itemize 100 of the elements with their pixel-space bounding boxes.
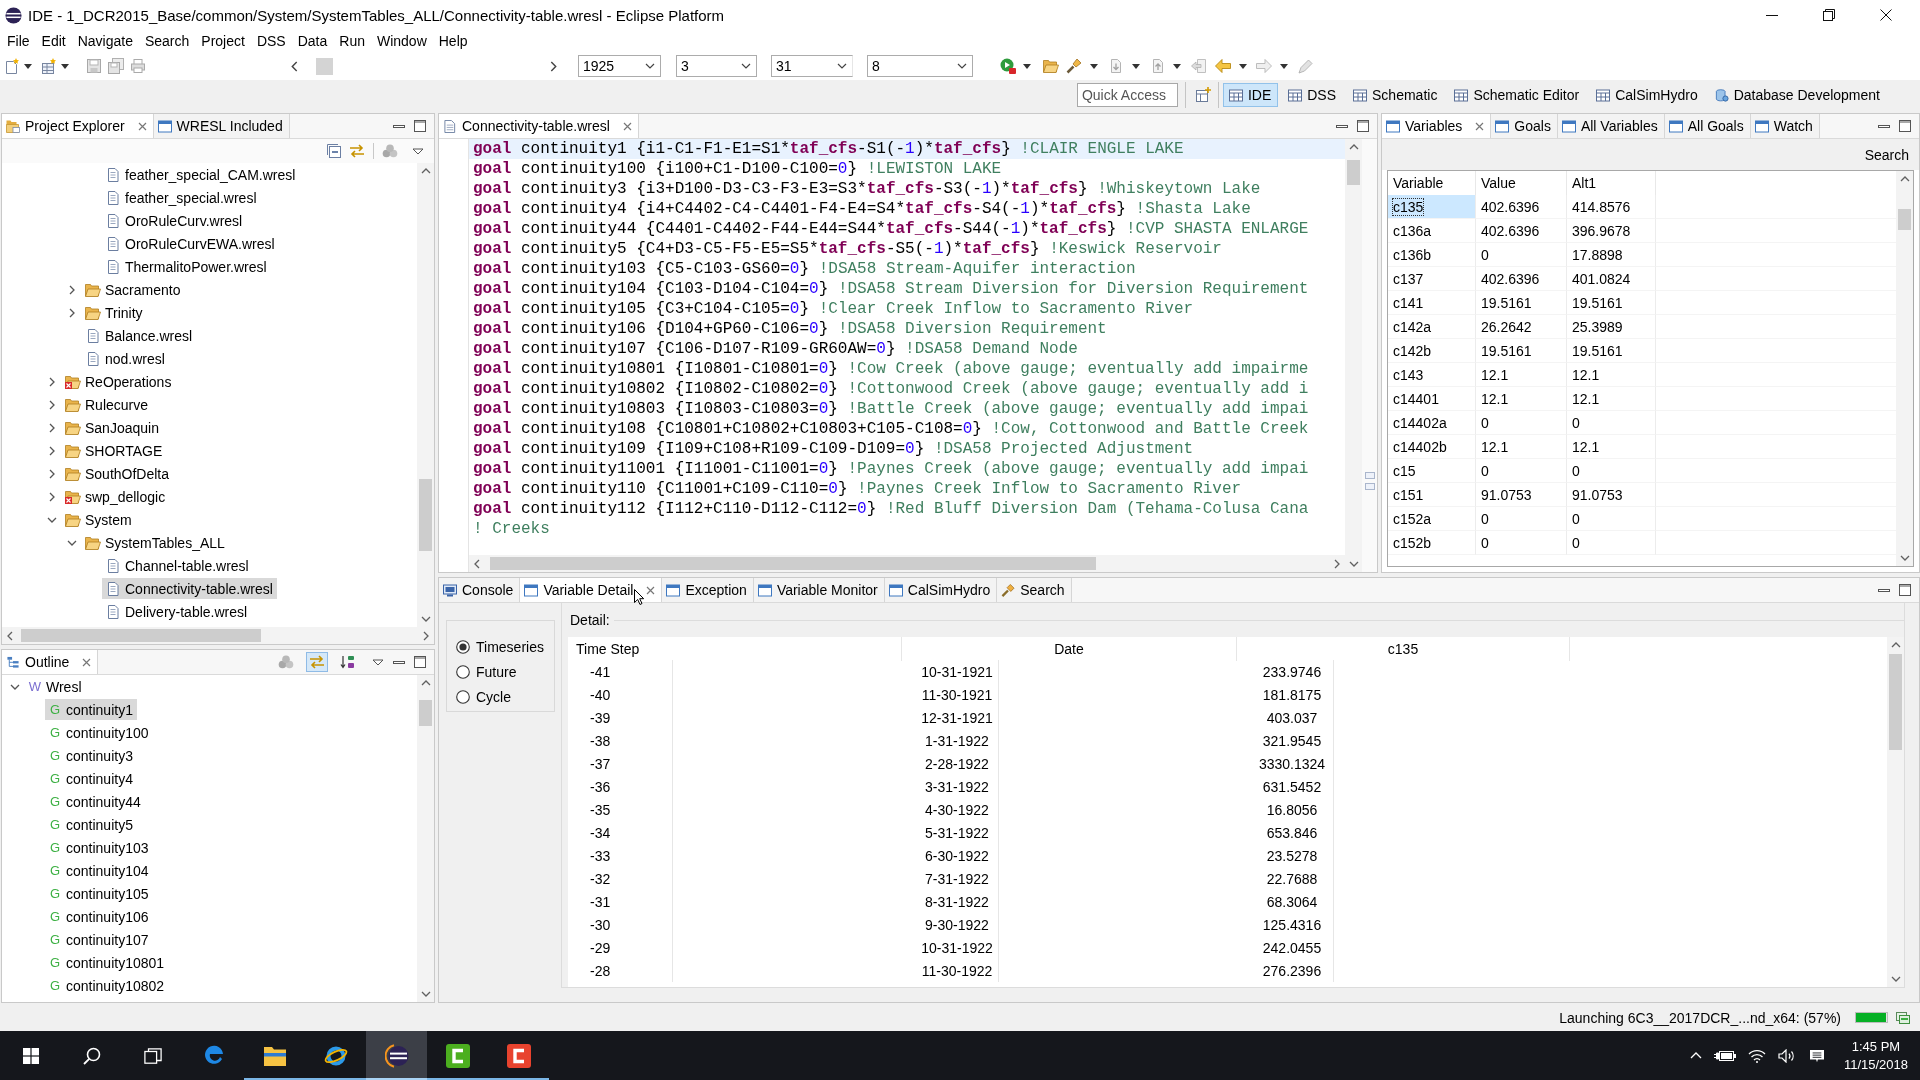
caret-icon[interactable]: [1132, 63, 1140, 69]
chevron-right-icon[interactable]: [49, 422, 55, 433]
table-cell[interactable]: 0: [1476, 243, 1567, 267]
table-cell[interactable]: 401.0824: [1567, 267, 1656, 291]
table-cell[interactable]: 25.3989: [1567, 315, 1656, 339]
tree-item[interactable]: G continuity5: [45, 814, 137, 835]
tree-item[interactable]: G continuity1: [45, 699, 137, 720]
swap-arrows-icon[interactable]: [349, 143, 365, 159]
scrollbar-thumb[interactable]: [1347, 160, 1360, 185]
search-icon[interactable]: [82, 1046, 101, 1065]
table-cell[interactable]: c152b: [1388, 531, 1476, 555]
tree-item[interactable]: Rulecurve: [62, 394, 153, 415]
table-cell[interactable]: 19.5161: [1476, 291, 1567, 315]
horizontal-scrollbar[interactable]: [469, 555, 1345, 572]
tab[interactable]: Watch: [1750, 114, 1820, 138]
chevron-left-icon[interactable]: [474, 558, 480, 569]
table-cell[interactable]: 12.1: [1567, 435, 1656, 459]
search-link[interactable]: Search: [1864, 146, 1909, 163]
perspective-button[interactable]: Schematic: [1347, 83, 1445, 107]
run-icon[interactable]: [1000, 58, 1016, 74]
menu-item[interactable]: File: [1, 33, 36, 49]
minimize-icon[interactable]: [393, 660, 405, 664]
vertical-scrollbar[interactable]: [1896, 171, 1913, 566]
chevron-right-icon[interactable]: [49, 445, 55, 456]
table-cell[interactable]: c136a: [1388, 219, 1476, 243]
table-cell[interactable]: 12.1: [1476, 363, 1567, 387]
chevron-right-icon[interactable]: [49, 491, 55, 502]
tab[interactable]: Project Explorer: [2, 114, 154, 138]
tree-item[interactable]: G continuity104: [45, 860, 153, 881]
close-icon[interactable]: [1880, 9, 1892, 21]
table-cell[interactable]: c14402a: [1388, 411, 1476, 435]
left-arrow-icon[interactable]: [1215, 58, 1231, 74]
minimize-icon[interactable]: [1878, 124, 1890, 128]
vertical-scrollbar[interactable]: [417, 163, 434, 627]
tree-item[interactable]: Sacramento: [82, 279, 185, 300]
chevron-down-icon[interactable]: [1890, 976, 1901, 982]
menu-item[interactable]: Navigate: [71, 33, 139, 49]
table-cell[interactable]: c143: [1388, 363, 1476, 387]
collapse-all-icon[interactable]: [326, 143, 342, 159]
clock-time[interactable]: 1:45 PM: [1851, 1037, 1901, 1056]
table-cell[interactable]: 402.6396: [1476, 219, 1567, 243]
caret-icon[interactable]: [1173, 63, 1181, 69]
horizontal-scrollbar[interactable]: [2, 627, 434, 644]
perspective-button[interactable]: DSS: [1282, 83, 1344, 107]
radio-label[interactable]: Timeseries: [476, 638, 544, 655]
tree-item[interactable]: SHORTAGE: [62, 440, 167, 461]
dropdown[interactable]: 3: [676, 55, 757, 77]
table-cell[interactable]: 402.6396: [1476, 195, 1567, 219]
minimize-icon[interactable]: [1766, 14, 1778, 16]
start-icon[interactable]: [22, 1047, 39, 1064]
tab[interactable]: Variable Monitor: [753, 578, 885, 602]
chevron-down-icon[interactable]: [420, 616, 431, 622]
chevron-down-icon[interactable]: [1899, 555, 1910, 561]
table-cell[interactable]: c14402b: [1388, 435, 1476, 459]
radio-button[interactable]: [456, 664, 470, 679]
chevron-down-icon[interactable]: [1348, 561, 1359, 567]
tree-item[interactable]: Connectivity-table.wresl: [102, 578, 277, 599]
tree-item[interactable]: feather_special_CAM.wresl: [102, 164, 300, 185]
maximize-icon[interactable]: [414, 120, 426, 132]
table-cell[interactable]: c141: [1388, 291, 1476, 315]
table-cell[interactable]: 0: [1476, 531, 1567, 555]
wifi-icon[interactable]: [1747, 1048, 1766, 1063]
column-header[interactable]: Alt1: [1567, 171, 1656, 195]
tree-item[interactable]: SanJoaquin: [62, 417, 163, 438]
table-cell[interactable]: 0: [1567, 411, 1656, 435]
maximize-icon[interactable]: [414, 656, 426, 668]
battery-charging-icon[interactable]: [1713, 1049, 1736, 1062]
table-cell[interactable]: c136b: [1388, 243, 1476, 267]
perspective-button[interactable]: Schematic Editor: [1448, 83, 1587, 107]
new-file-icon[interactable]: [4, 58, 20, 74]
chevron-down-icon[interactable]: [67, 539, 77, 546]
vertical-scrollbar[interactable]: [1345, 139, 1362, 572]
menu-item[interactable]: Help: [432, 33, 474, 49]
table-cell[interactable]: 12.1: [1567, 363, 1656, 387]
notification-icon[interactable]: [1807, 1048, 1826, 1063]
brush-icon[interactable]: [1066, 58, 1082, 74]
column-header[interactable]: Value: [1476, 171, 1567, 195]
caret-icon[interactable]: [1239, 63, 1247, 69]
menu-item[interactable]: Data: [291, 33, 334, 49]
tree-item[interactable]: G continuity107: [45, 929, 153, 950]
table-cell[interactable]: 402.6396: [1476, 267, 1567, 291]
tab[interactable]: Variables: [1382, 114, 1492, 138]
tree-item[interactable]: feather_special.wresl: [102, 187, 261, 208]
table-cell[interactable]: 19.5161: [1476, 339, 1567, 363]
view-menu-icon[interactable]: [372, 658, 384, 666]
view-menu-icon[interactable]: [412, 147, 424, 155]
caret-icon[interactable]: [1023, 63, 1031, 69]
dropdown[interactable]: 31: [771, 55, 853, 77]
tab[interactable]: Goals: [1491, 114, 1558, 138]
tree-item[interactable]: G continuity4: [45, 768, 137, 789]
column-header[interactable]: Time Step: [568, 637, 902, 661]
tree-item[interactable]: System: [62, 509, 136, 530]
chevron-down-icon[interactable]: [47, 516, 57, 523]
chevron-right-icon[interactable]: [69, 284, 75, 295]
tree-item[interactable]: Trinity: [82, 302, 147, 323]
tree-item[interactable]: Balance.wresl: [82, 325, 197, 346]
radio-label[interactable]: Future: [476, 663, 517, 680]
table-cell[interactable]: 0: [1476, 459, 1567, 483]
scrollbar-thumb[interactable]: [1898, 209, 1911, 230]
chevron-right-icon[interactable]: [423, 630, 429, 641]
